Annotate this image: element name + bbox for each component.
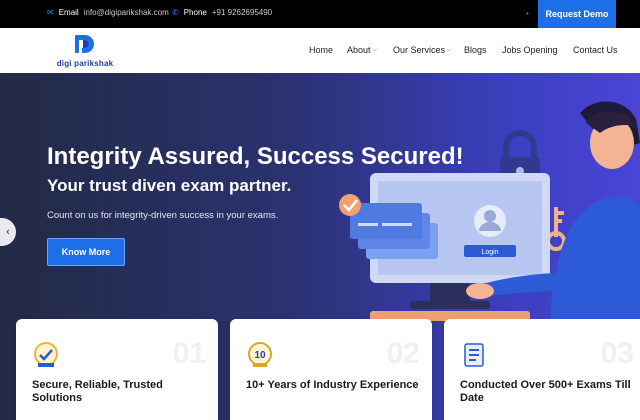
logo-mark-icon xyxy=(75,35,94,53)
key-icon xyxy=(546,207,566,251)
hero-illustration: Login xyxy=(339,101,640,323)
card-number: 03 xyxy=(600,337,634,370)
phone-icon: ✆ xyxy=(172,8,179,17)
email-contact[interactable]: ✉ Email info@digiparikshak.com xyxy=(47,8,169,17)
card-number: 01 xyxy=(172,337,206,370)
nav-our-services[interactable]: Our Services ⌵ xyxy=(393,45,452,55)
card-title: 10+ Years of Industry Experience xyxy=(246,379,419,391)
feature-card: 01 Secure, Reliable, Trusted Solutions xyxy=(16,319,218,420)
mail-icon: ✉ xyxy=(47,8,54,17)
nav-blogs[interactable]: Blogs xyxy=(464,45,487,55)
nav-label: About xyxy=(347,45,371,55)
request-demo-button[interactable]: Request Demo xyxy=(538,0,616,28)
hero-description: Count on us for integrity-driven success… xyxy=(47,210,279,221)
phone-value[interactable]: +91 9262695490 xyxy=(212,8,272,17)
email-value[interactable]: info@digiparikshak.com xyxy=(84,8,169,17)
login-button-label: Login xyxy=(481,249,498,256)
email-label: Email xyxy=(58,8,79,17)
chevron-down-icon: ⌵ xyxy=(372,46,378,53)
phone-label: Phone xyxy=(183,8,207,17)
nav-label: Home xyxy=(309,45,334,55)
card-title: Conducted Over 500+ Exams Till Date xyxy=(460,379,631,404)
nav-label: Our Services xyxy=(393,45,446,55)
phone-contact[interactable]: ✆ Phone +91 9262695490 xyxy=(172,8,272,17)
chevron-down-icon: ⌵ xyxy=(447,46,452,53)
svg-text:10: 10 xyxy=(254,350,266,361)
user-avatar-icon xyxy=(474,205,506,237)
chevron-left-icon: ‹ xyxy=(6,226,10,238)
nav-about[interactable]: About ⌵ xyxy=(347,45,377,55)
feature-card: 03 Conducted Over 500+ Exams Till Date xyxy=(444,319,640,420)
nav-label: Contact Us xyxy=(573,45,618,55)
card-number: 02 xyxy=(386,337,420,370)
card-title: Secure, Reliable, Trusted Solutions xyxy=(32,379,163,404)
logo-text: digi parikshak xyxy=(56,59,114,68)
logo[interactable]: digi parikshak xyxy=(53,31,117,71)
know-more-button[interactable]: Know More xyxy=(47,238,125,266)
top-contact-bar: ✉ Email info@digiparikshak.com ✆ Phone +… xyxy=(0,0,640,28)
main-navigation: digi parikshak Home About ⌵ Our Services ⌵… xyxy=(0,28,640,73)
nav-label: Jobs Opening xyxy=(502,45,558,55)
document-icon xyxy=(464,343,484,367)
feature-card: 10 02 10+ Years of Industry Experience xyxy=(230,319,432,420)
separator-dot: • xyxy=(526,9,529,18)
nav-home[interactable]: Home xyxy=(309,45,333,55)
badge-icon xyxy=(34,342,58,367)
anniversary-icon: 10 xyxy=(248,342,272,367)
nav-label: Blogs xyxy=(464,45,487,55)
carousel-prev-button[interactable]: ‹ xyxy=(0,218,16,246)
nav-contact-us[interactable]: Contact Us xyxy=(573,45,618,55)
nav-jobs-opening[interactable]: Jobs Opening xyxy=(502,45,558,55)
hero-subtitle: Your trust diven exam partner. xyxy=(47,176,292,195)
